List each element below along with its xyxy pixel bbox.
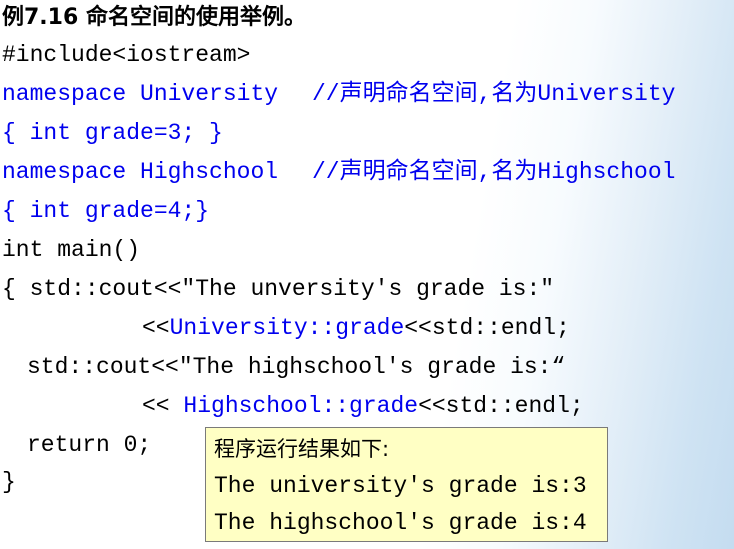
program-output-box: 程序运行结果如下: The university's grade is:3 Th… [205, 427, 608, 542]
code-line-return: return 0; [27, 432, 152, 458]
endl-statement: <<std::endl; [404, 315, 570, 341]
code-line-cout-university-cont: <<University::grade<<std::endl; [142, 309, 570, 348]
output-line-highschool: The highschool's grade is:4 [214, 510, 587, 536]
code-line-highschool-body: { int grade=4;} [2, 198, 210, 224]
output-line-university: The university's grade is:3 [214, 473, 587, 499]
slide-title: 例7.16 命名空间的使用举例。 [2, 5, 306, 30]
code-line-main: int main() [2, 237, 141, 263]
code-comment-university: //声明命名空间,名为University [312, 81, 676, 107]
code-line-close-brace: } [2, 469, 16, 495]
code-line-cout-highschool-cont: << Highschool::grade<<std::endl; [142, 387, 584, 426]
code-example-slide: 例7.16 命名空间的使用举例。 #include<iostream> name… [0, 0, 734, 549]
code-line-namespace-highschool: namespace Highschool [2, 159, 279, 185]
endl-statement: <<std::endl; [418, 393, 584, 419]
code-line-cout-highschool: std::cout<<"The highschool's grade is:“ [27, 354, 566, 380]
code-line-cout-university: { std::cout<<"The unversity's grade is:" [2, 276, 555, 302]
code-comment-highschool: //声明命名空间,名为Highschool [312, 159, 676, 185]
stream-operator: << [142, 315, 170, 341]
code-line-university-body: { int grade=3; } [2, 120, 223, 146]
output-heading: 程序运行结果如下: [214, 437, 390, 461]
code-line-namespace-university: namespace University [2, 81, 279, 107]
highschool-grade-ref: Highschool::grade [183, 393, 419, 419]
university-grade-ref: University::grade [169, 315, 405, 341]
stream-operator: << [142, 393, 184, 419]
code-line-include: #include<iostream> [2, 42, 251, 68]
